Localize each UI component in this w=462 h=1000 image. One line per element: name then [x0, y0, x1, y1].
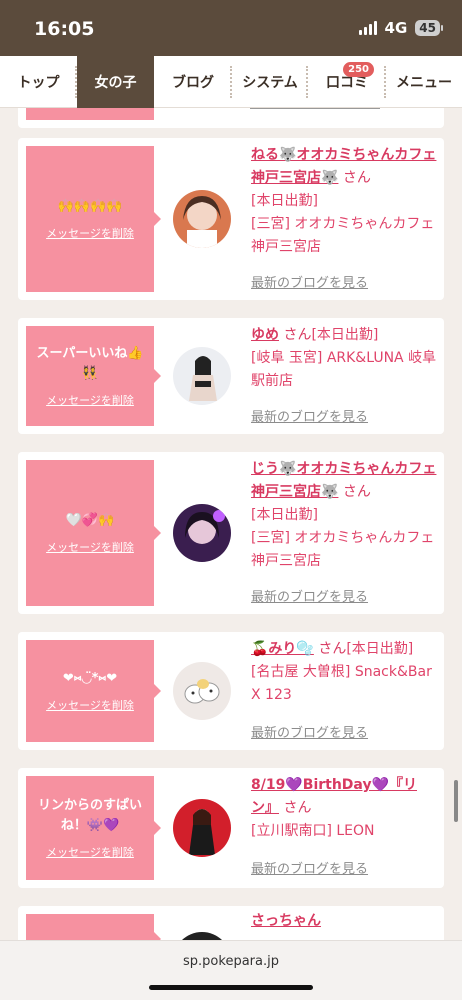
scrollbar[interactable] — [454, 780, 458, 822]
status-bar: 16:05 4G 45 — [0, 0, 462, 56]
message-bubble: リンからのすぱいね！👾💜 メッセージを削除 — [26, 776, 161, 880]
message-card: リンからのすぱいね！👾💜 メッセージを削除 8/19💜BirthDay💜『リン』… — [18, 768, 444, 888]
honorific: さん — [283, 800, 312, 816]
girl-info: さっちゃん — [251, 910, 437, 933]
shop-name: [三宮] オオカミちゃんカフェ神戸三宮店 — [251, 216, 435, 255]
message-card: スーパーいいね👍👯 メッセージを削除 ゆめ さん[本日出勤] [岐阜 玉宮] A… — [18, 318, 444, 434]
message-bubble: スーパーいいね👍👯 メッセージを削除 — [26, 326, 161, 426]
honorific: さん — [342, 484, 371, 500]
browser-address-bar[interactable]: sp.pokepara.jp — [0, 940, 462, 1000]
avatar[interactable] — [173, 662, 231, 720]
girl-info: ねる🐺オオカミちゃんカフェ神戸三宮店🐺 さん [本日出勤] [三宮] オオカミち… — [251, 144, 437, 259]
delete-message-link[interactable]: メッセージを削除 — [46, 844, 134, 860]
message-bubble: 🙌🙌🙌🙌 メッセージを削除 — [26, 146, 161, 292]
girl-name-link[interactable]: ゆめ — [251, 327, 279, 343]
message-bubble: ❤︎⑅◡̈*⑅❤︎ メッセージを削除 — [26, 640, 161, 742]
latest-blog-link[interactable]: 最新のブログを見る — [251, 272, 368, 291]
delete-message-link[interactable]: メッセージを削除 — [46, 539, 134, 555]
message-card: ❤︎⑅◡̈*⑅❤︎ メッセージを削除 🍒みり🫧 さん[本日出勤] [名古屋 大曽… — [18, 632, 444, 750]
girl-info: 🍒みり🫧 さん[本日出勤] [名古屋 大曽根] Snack&Bar X 123 — [251, 638, 437, 707]
attendance-status: [本日出勤] — [251, 507, 318, 523]
girl-name-link[interactable]: さっちゃん — [251, 913, 321, 929]
delete-message-link[interactable]: メッセージを削除 — [46, 225, 134, 241]
girl-name-link[interactable]: 8/19💜BirthDay💜『リン』 — [251, 777, 417, 816]
avatar[interactable] — [173, 799, 231, 857]
tab-menu[interactable]: メニュー — [386, 56, 462, 108]
girl-info: ゆめ さん[本日出勤] [岐阜 玉宮] ARK&LUNA 岐阜駅前店 — [251, 324, 437, 393]
message-bubble — [26, 914, 161, 940]
message-card: 🙌🙌🙌🙌 メッセージを削除 ねる🐺オオカミちゃんカフェ神戸三宮店🐺 さん [本日… — [18, 138, 444, 300]
honorific: さん — [342, 170, 371, 186]
status-time: 16:05 — [34, 18, 95, 40]
status-indicators: 4G 45 — [358, 19, 443, 37]
message-card: 🤍💞🙌 メッセージを削除 じう🐺オオカミちゃんカフェ神戸三宮店🐺 さん [本日出… — [18, 452, 444, 614]
tab-label: 女の子 — [94, 75, 137, 91]
avatar[interactable] — [173, 504, 231, 562]
girl-info: じう🐺オオカミちゃんカフェ神戸三宮店🐺 さん [本日出勤] [三宮] オオカミち… — [251, 458, 437, 573]
honorific: さん — [283, 327, 312, 343]
tab-girls[interactable]: 女の子 — [77, 56, 154, 108]
home-indicator — [149, 985, 313, 990]
message-bubble: 🤍💞🙌 メッセージを削除 — [26, 460, 161, 606]
tab-blog[interactable]: ブログ — [154, 56, 232, 108]
honorific: さん — [318, 641, 347, 657]
tab-label: メニュー — [396, 75, 452, 91]
message-text: 🙌🙌🙌🙌 — [57, 199, 123, 214]
latest-blog-link[interactable]: 最新のブログを見る — [251, 586, 368, 605]
battery-icon: 45 — [415, 20, 443, 36]
tab-label: ブログ — [172, 75, 214, 91]
url-text: sp.pokepara.jp — [183, 954, 279, 969]
attendance-status: [本日出勤] — [251, 193, 318, 209]
girl-info: 8/19💜BirthDay💜『リン』 さん [立川駅南口] LEON — [251, 774, 437, 843]
tab-system[interactable]: システム — [232, 56, 308, 108]
message-text: リンからのすぱいね！👾💜 — [37, 798, 142, 833]
avatar[interactable] — [173, 932, 231, 940]
main-nav: トップ 女の子 ブログ システム 口コミ 250 メニュー — [0, 56, 462, 108]
shop-name: [岐阜 玉宮] ARK&LUNA 岐阜駅前店 — [251, 350, 437, 389]
attendance-status: [本日出勤] — [311, 327, 379, 343]
previous-card-fragment — [18, 108, 444, 128]
latest-blog-link[interactable]: 最新のブログを見る — [251, 406, 368, 425]
message-card: さっちゃん — [18, 906, 444, 940]
signal-icon — [358, 21, 377, 35]
tab-label: システム — [242, 75, 298, 91]
message-text: ❤︎⑅◡̈*⑅❤︎ — [62, 671, 118, 686]
message-list: 🙌🙌🙌🙌 メッセージを削除 ねる🐺オオカミちゃんカフェ神戸三宮店🐺 さん [本日… — [0, 108, 462, 940]
delete-message-link[interactable]: メッセージを削除 — [46, 392, 134, 408]
latest-blog-link[interactable]: 最新のブログを見る — [251, 858, 368, 877]
avatar[interactable] — [173, 190, 231, 248]
attendance-status: [本日出勤] — [346, 641, 414, 657]
delete-message-link[interactable]: メッセージを削除 — [46, 697, 134, 713]
tab-label: トップ — [17, 75, 60, 91]
girl-name-link[interactable]: 🍒みり🫧 — [251, 641, 314, 657]
shop-name: [三宮] オオカミちゃんカフェ神戸三宮店 — [251, 530, 435, 569]
tab-top[interactable]: トップ — [0, 56, 77, 108]
tab-reviews[interactable]: 口コミ 250 — [308, 56, 386, 108]
network-label: 4G — [384, 19, 408, 37]
latest-blog-link[interactable]: 最新のブログを見る — [251, 722, 368, 741]
shop-name: [立川駅南口] LEON — [251, 823, 375, 839]
reviews-count-badge: 250 — [343, 62, 374, 77]
message-text: スーパーいいね👍👯 — [36, 346, 144, 381]
message-text: 🤍💞🙌 — [65, 513, 115, 528]
shop-name: [名古屋 大曽根] Snack&Bar X 123 — [251, 664, 432, 703]
avatar[interactable] — [173, 347, 231, 405]
